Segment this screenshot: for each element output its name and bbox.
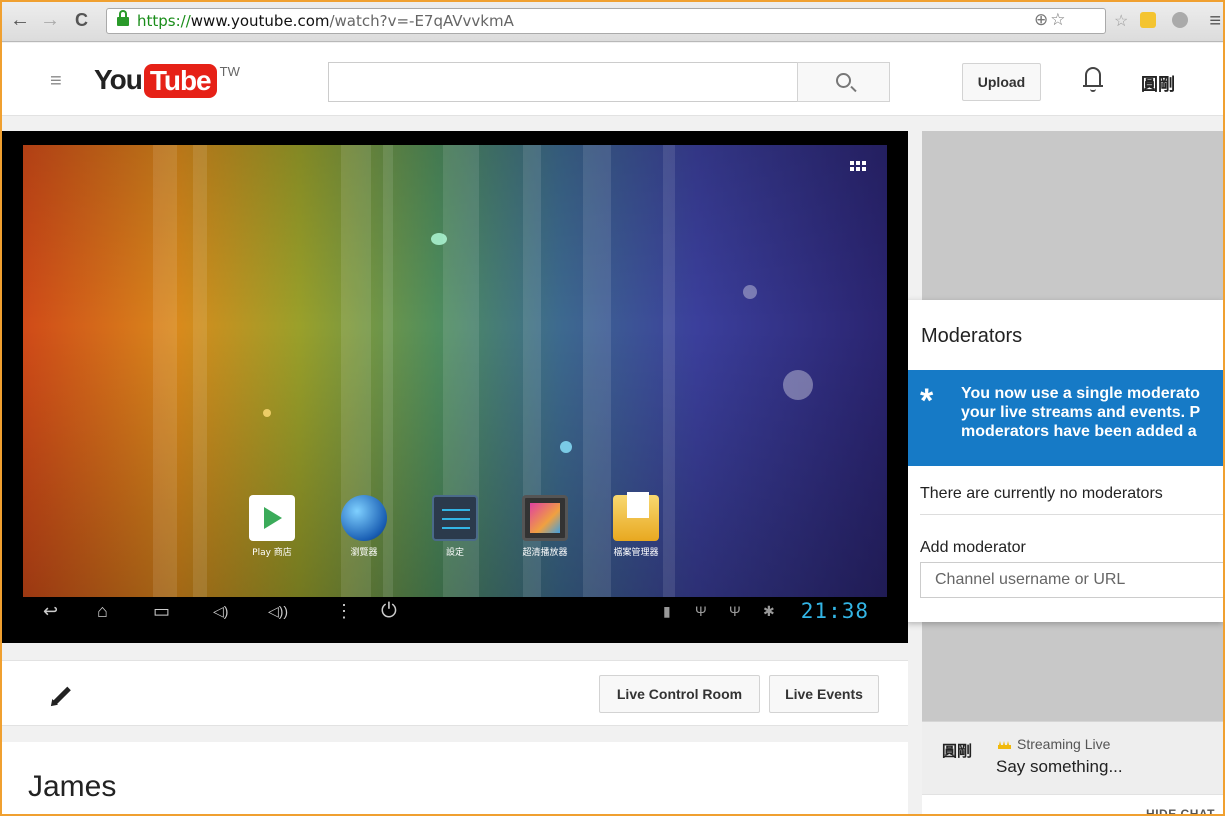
globe-extension-icon[interactable] — [1172, 12, 1188, 28]
android-debug-icon: ✱ — [763, 603, 775, 619]
app-label: Play 商店 — [252, 548, 292, 558]
app-label: 檔案管理器 — [613, 548, 659, 558]
browser-globe-icon — [341, 495, 387, 541]
live-events-button[interactable]: Live Events — [769, 675, 879, 713]
banner-line: You now use a single moderato — [961, 385, 1200, 402]
menu-icon[interactable]: ≡ — [1209, 10, 1221, 33]
power-icon[interactable]: ⏻ — [381, 601, 397, 621]
search-icon — [836, 73, 851, 88]
volume-down-icon[interactable]: ◁) — [213, 601, 228, 621]
app-settings[interactable]: 設定 — [415, 495, 495, 558]
app-label: 瀏覽器 — [350, 548, 378, 558]
browser-toolbar: ← → C https://www.youtube.com/watch?v=-E… — [0, 0, 1225, 42]
sd-card-icon: ▮ — [663, 603, 671, 619]
system-clock: 21:38 — [800, 599, 869, 623]
youtube-header: ≡ You Tube TW Upload 圓剛 — [0, 43, 1225, 116]
search-button[interactable] — [797, 62, 890, 102]
android-home-screen: Play 商店 瀏覽器 設定 超清播放器 檔案管理器 — [23, 145, 887, 597]
guide-menu-icon[interactable]: ≡ — [50, 71, 62, 91]
back-icon[interactable]: ↩ — [43, 601, 58, 621]
banner-line: moderators have been added a — [961, 423, 1197, 440]
moderators-title: Moderators — [921, 325, 1023, 347]
hide-chat-button[interactable]: HIDE CHAT — [1146, 807, 1215, 816]
more-options-icon[interactable]: ⋮ — [335, 601, 353, 621]
app-drawer-icon[interactable] — [850, 161, 868, 173]
url-path: /watch?v=-E7qAVvvkmA — [329, 12, 514, 30]
settings-icon — [432, 495, 478, 541]
url-host: www.youtube.com — [190, 12, 330, 30]
chat-input[interactable]: Say something... — [996, 757, 1123, 777]
back-arrow-icon[interactable]: ← — [10, 10, 30, 30]
notification-bell-icon[interactable] — [1083, 65, 1103, 93]
app-label: 設定 — [445, 548, 464, 558]
logo-you: You — [94, 64, 143, 95]
url-scheme: https:// — [137, 12, 191, 30]
asterisk-icon: * — [920, 382, 934, 420]
volume-up-icon[interactable]: ◁)) — [268, 601, 288, 621]
zoom-and-bookmark-icons[interactable]: ⊕☆ — [1034, 10, 1067, 30]
moderators-info-banner: * You now use a single moderato your liv… — [908, 370, 1225, 466]
video-info-card: James — [2, 742, 908, 816]
video-title: James — [28, 770, 117, 803]
banner-text: You now use a single moderato your live … — [961, 384, 1225, 441]
app-browser[interactable]: 瀏覽器 — [324, 495, 404, 558]
video-action-bar: Live Control Room Live Events — [2, 660, 908, 726]
crown-icon — [998, 739, 1011, 749]
live-control-room-button[interactable]: Live Control Room — [599, 675, 760, 713]
no-moderators-text: There are currently no moderators — [920, 485, 1163, 502]
youtube-logo[interactable]: You Tube TW — [94, 64, 240, 100]
usb-debug-icon: Ψ — [729, 603, 741, 619]
file-manager-icon — [613, 492, 659, 541]
reload-icon[interactable]: C — [75, 10, 88, 30]
extension-icon[interactable] — [1140, 12, 1156, 28]
chat-footer: HIDE CHAT — [922, 794, 1225, 816]
lock-icon — [117, 10, 129, 27]
forward-arrow-icon[interactable]: → — [40, 10, 60, 30]
play-store-icon — [249, 495, 295, 541]
chat-status: Streaming Live — [1017, 736, 1111, 752]
media-player-icon — [522, 495, 568, 541]
search-input[interactable] — [328, 62, 798, 102]
android-navigation-bar: ↩ ⌂ ▭ ◁) ◁)) ⋮ ⏻ ▮ Ψ Ψ ✱ 21:38 — [23, 597, 887, 627]
app-media-player[interactable]: 超清播放器 — [505, 495, 585, 558]
app-label: 超清播放器 — [522, 548, 568, 558]
divider — [920, 514, 1225, 515]
app-file-manager[interactable]: 檔案管理器 — [596, 492, 676, 558]
upload-button[interactable]: Upload — [962, 63, 1041, 101]
moderators-panel: Moderators * You now use a single modera… — [908, 300, 1225, 622]
add-moderator-label: Add moderator — [920, 539, 1026, 556]
banner-line: your live streams and events. P — [961, 404, 1201, 421]
edit-pencil-icon[interactable] — [48, 685, 72, 709]
chat-avatar: 圓剛 — [942, 742, 973, 760]
live-chat: 圓剛 Streaming Live Say something... HIDE … — [922, 721, 1225, 816]
app-play-store[interactable]: Play 商店 — [232, 495, 312, 558]
home-icon[interactable]: ⌂ — [97, 601, 108, 621]
logo-tube: Tube — [143, 64, 217, 98]
logo-region: TW — [219, 64, 240, 79]
recent-apps-icon[interactable]: ▭ — [153, 601, 170, 621]
video-player[interactable]: Play 商店 瀏覽器 設定 超清播放器 檔案管理器 ↩ ⌂ ▭ ◁) ◁)) … — [2, 131, 908, 643]
address-bar[interactable]: https://www.youtube.com/watch?v=-E7qAVvv… — [106, 8, 1106, 34]
moderator-channel-input[interactable] — [920, 562, 1225, 598]
account-name[interactable]: 圓剛 — [1141, 70, 1175, 95]
bookmark-star-icon[interactable]: ☆ — [1114, 12, 1128, 32]
usb-icon: Ψ — [695, 603, 707, 619]
